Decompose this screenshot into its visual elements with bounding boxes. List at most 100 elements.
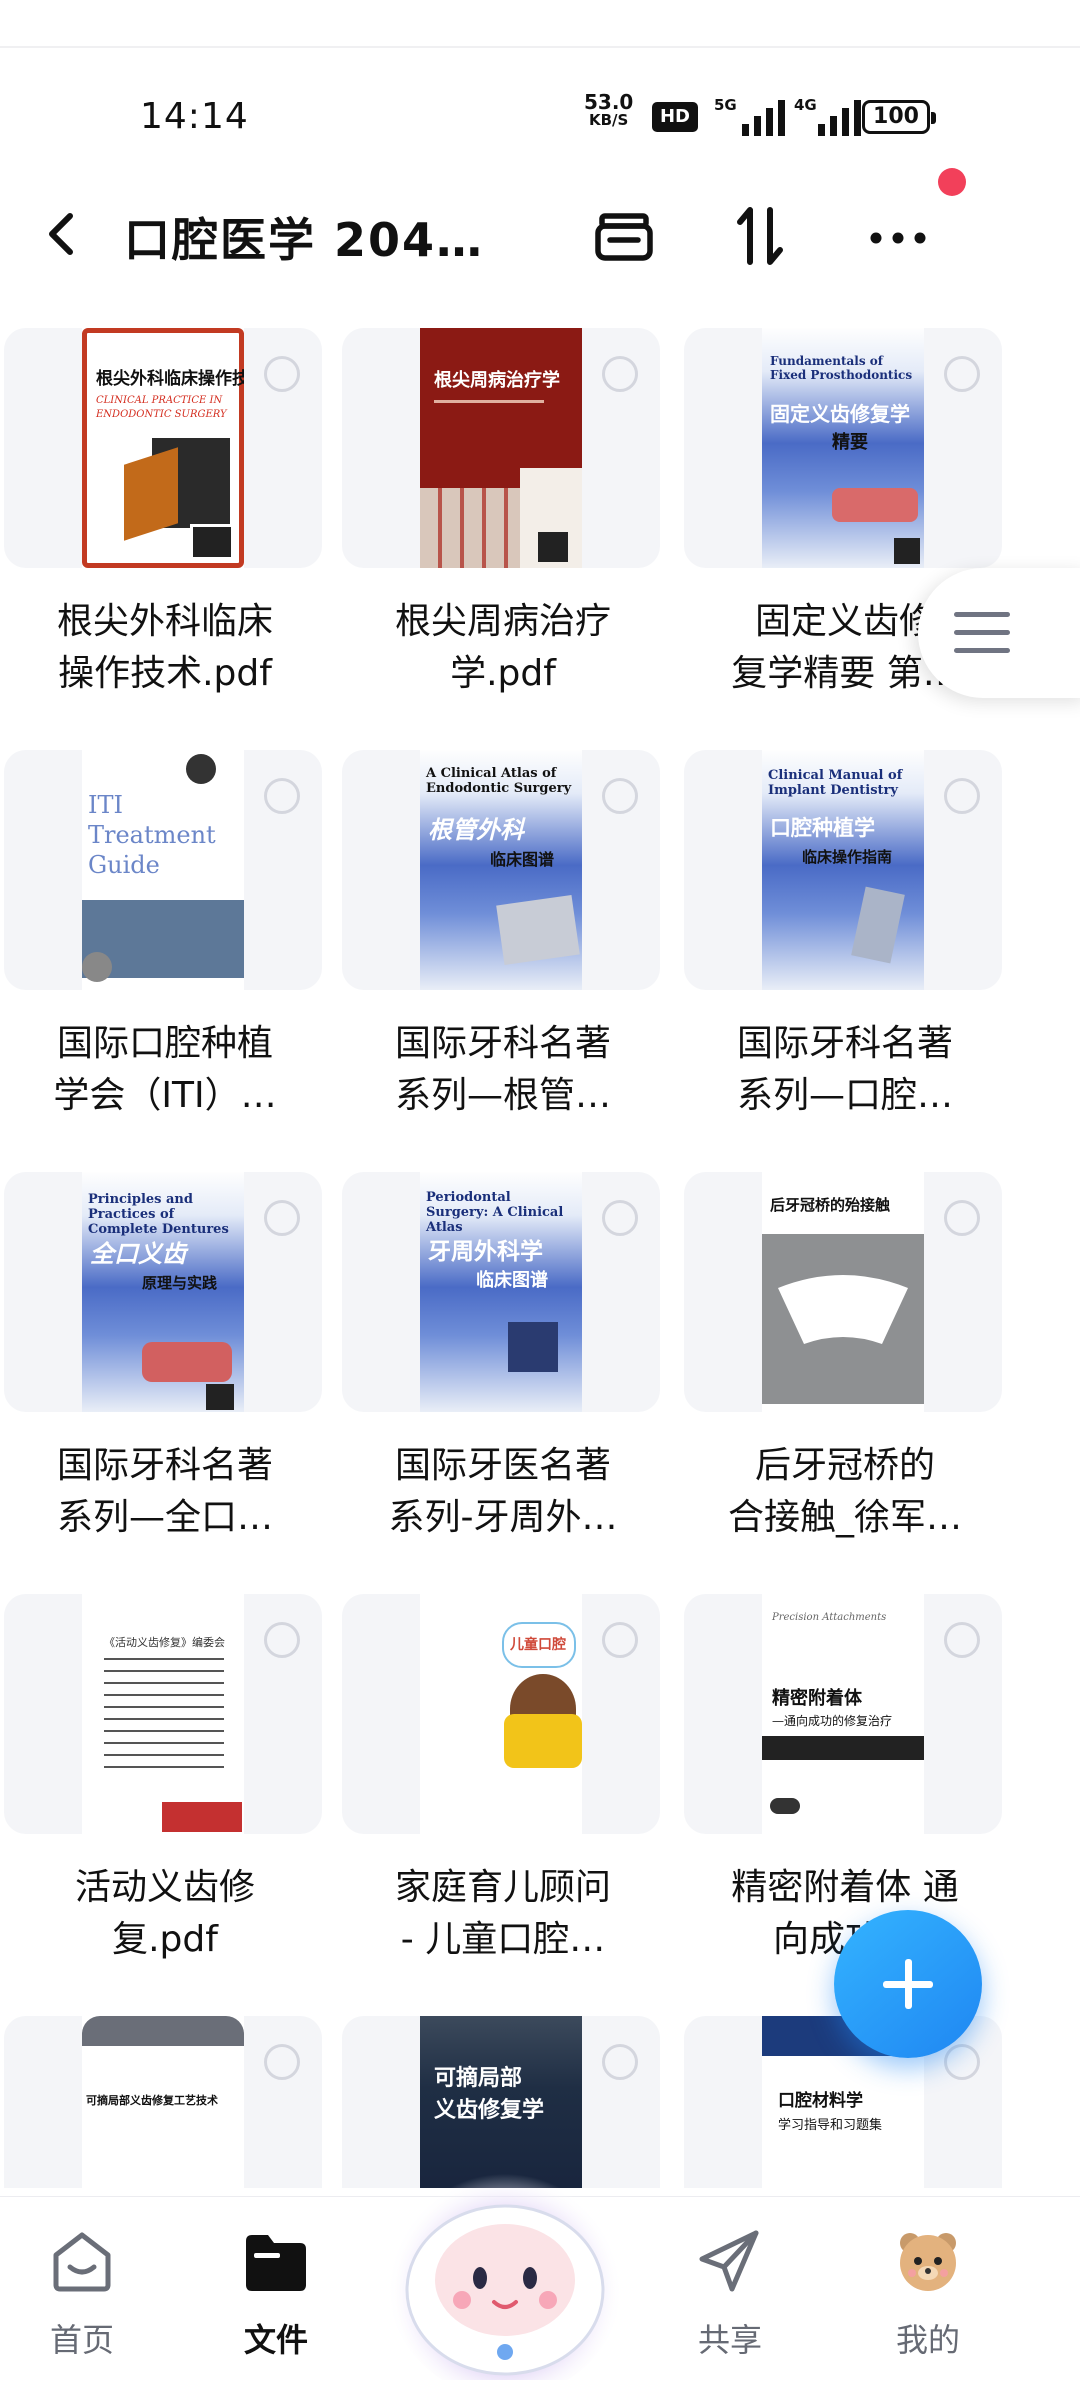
cover-title: 根尖周病治疗学: [434, 370, 560, 391]
file-name: 国际牙医名著 系列-牙周外…: [388, 1445, 618, 1538]
file-thumbnail: 口腔材料学 学习指导和习题集: [684, 2016, 1002, 2188]
file-name: 家庭育儿顾问 - 儿童口腔…: [394, 1867, 611, 1960]
cover-title: 口腔材料学: [778, 2091, 863, 2111]
battery-icon: 100: [862, 100, 936, 134]
file-item[interactable]: ITI Treatment Guide 国际口腔种植 学会（ITI）…: [0, 750, 330, 1160]
side-menu-handle[interactable]: [918, 568, 1080, 698]
file-item[interactable]: 根尖外科临床操作技术 CLINICAL PRACTICE IN ENDODONT…: [0, 328, 330, 738]
assistant-mascot-icon[interactable]: [380, 2130, 630, 2380]
cover-subtitle: Precision Attachments: [772, 1612, 887, 1623]
book-cover: Periodontal Surgery: A Clinical Atlas 牙周…: [420, 1172, 582, 1412]
cover-title: 根管外科: [428, 815, 524, 844]
select-radio[interactable]: [944, 1622, 980, 1658]
fan-graphic: [778, 1275, 908, 1344]
cover-title-2: 临床操作指南: [802, 848, 893, 866]
file-item[interactable]: 《活动义齿修复》编委会 活动义齿修 复.pdf: [0, 1594, 330, 2004]
file-item[interactable]: 儿童口腔 家庭育儿顾问 - 儿童口腔…: [338, 1594, 668, 2004]
nav-home-label: 首页: [49, 2321, 114, 2359]
file-item[interactable]: Periodontal Surgery: A Clinical Atlas 牙周…: [338, 1172, 668, 1582]
select-radio[interactable]: [944, 1200, 980, 1236]
nav-files[interactable]: 文件: [206, 2217, 346, 2367]
book-cover: 后牙冠桥的殆接触: [762, 1172, 924, 1412]
more-button[interactable]: [866, 204, 930, 268]
file-name: 活动义齿修 复.pdf: [74, 1867, 255, 1960]
book-cover: 可摘局部义齿修复工艺技术: [82, 2016, 244, 2188]
book-cover: A Clinical Atlas of Endodontic Surgery 根…: [420, 750, 582, 990]
select-radio[interactable]: [602, 1200, 638, 1236]
select-radio[interactable]: [602, 778, 638, 814]
cover-title-2: —通向成功的修复治疗: [772, 1714, 893, 1728]
handle-line: [954, 630, 1010, 635]
file-name: 国际牙科名著 系列—口腔…: [736, 1023, 953, 1116]
file-grid: 根尖外科临床操作技术 CLINICAL PRACTICE IN ENDODONT…: [0, 328, 1080, 2188]
signal-bar: [754, 116, 761, 136]
select-radio[interactable]: [944, 356, 980, 392]
nav-mine-label: 我的: [895, 2321, 960, 2359]
file-item[interactable]: 后牙冠桥的殆接触 后牙冠桥的 合接触_徐军…: [680, 1172, 1010, 1582]
select-radio[interactable]: [602, 1622, 638, 1658]
cover-title-2: 义齿修复学: [434, 2097, 545, 2123]
file-thumbnail: 根尖外科临床操作技术 CLINICAL PRACTICE IN ENDODONT…: [4, 328, 322, 568]
select-radio[interactable]: [602, 2044, 638, 2080]
book-cover: 根尖周病治疗学: [420, 328, 582, 568]
file-thumbnail: Fundamentals of Fixed Prosthodontics 固定义…: [684, 328, 1002, 568]
file-name: 根尖周病治疗 学.pdf: [394, 601, 611, 694]
status-bar: 14:14 53.0 KB/S HD 5G 4G 100: [0, 90, 1080, 150]
signal-bar: [742, 124, 749, 136]
sort-button[interactable]: [728, 204, 792, 268]
file-thumbnail: Precision Attachments 精密附着体 —通向成功的修复治疗: [684, 1594, 1002, 1834]
file-thumbnail: 《活动义齿修复》编委会: [4, 1594, 322, 1834]
folder-icon: [246, 2235, 306, 2291]
cover-title: 固定义齿修复学: [770, 402, 910, 426]
cover-title-2: 精要: [832, 432, 868, 453]
select-radio[interactable]: [264, 778, 300, 814]
hd-voice-icon: HD: [652, 102, 698, 132]
cover-title-2: 临床图谱: [476, 1270, 548, 1291]
file-name: 后牙冠桥的 合接触_徐军…: [727, 1445, 962, 1538]
file-item[interactable]: Principles and Practices of Complete Den…: [0, 1172, 330, 1582]
file-thumbnail: Clinical Manual of Implant Dentistry 口腔种…: [684, 750, 1002, 990]
home-icon: [53, 2232, 111, 2292]
more-horizontal-icon: [870, 232, 926, 244]
select-radio[interactable]: [264, 2044, 300, 2080]
cover-title: 后牙冠桥的殆接触: [770, 1196, 891, 1214]
nav-share[interactable]: 共享: [660, 2217, 800, 2367]
cover-title: 根尖外科临床操作技术: [96, 369, 244, 389]
file-thumbnail: ITI Treatment Guide: [4, 750, 322, 990]
cover-subtitle: A Clinical Atlas of Endodontic Surgery: [426, 766, 572, 796]
select-radio[interactable]: [944, 778, 980, 814]
file-thumbnail: 可摘局部义齿修复工艺技术: [4, 2016, 322, 2188]
back-button[interactable]: [34, 206, 90, 262]
cover-subtitle: Principles and Practices of Complete Den…: [88, 1192, 229, 1237]
file-name: 国际口腔种植 学会（ITI）…: [53, 1023, 277, 1116]
file-name: 国际牙科名著 系列—根管…: [394, 1023, 611, 1116]
file-item[interactable]: Clinical Manual of Implant Dentistry 口腔种…: [680, 750, 1010, 1160]
signal-bar: [830, 116, 837, 136]
signal-5g-icon: 5G: [712, 96, 792, 136]
cover-title: 可摘局部: [434, 2065, 523, 2091]
cover-title: 《活动义齿修复》编委会: [104, 1636, 225, 1649]
file-item[interactable]: A Clinical Atlas of Endodontic Surgery 根…: [338, 750, 668, 1160]
top-divider: [0, 0, 1080, 48]
handle-line: [954, 612, 1010, 617]
select-radio[interactable]: [944, 2044, 980, 2080]
nav-files-label: 文件: [243, 2321, 308, 2359]
chevron-left-icon: [49, 213, 73, 255]
file-item[interactable]: 可摘局部义齿修复工艺技术: [0, 2016, 330, 2188]
file-thumbnail: 儿童口腔: [342, 1594, 660, 1834]
cover-title-2: 学习指导和习题集: [778, 2118, 883, 2133]
cover-subtitle: Clinical Manual of Implant Dentistry: [768, 768, 903, 798]
add-button[interactable]: [834, 1910, 982, 2058]
file-item[interactable]: 口腔材料学 学习指导和习题集: [680, 2016, 1010, 2188]
nav-home[interactable]: 首页: [12, 2217, 152, 2367]
file-item[interactable]: 根尖周病治疗学 根尖周病治疗 学.pdf: [338, 328, 668, 738]
nav-mine[interactable]: 我的: [858, 2217, 998, 2367]
select-radio[interactable]: [602, 356, 638, 392]
file-thumbnail: Principles and Practices of Complete Den…: [4, 1172, 322, 1412]
archive-button[interactable]: [592, 204, 656, 268]
select-radio[interactable]: [264, 356, 300, 392]
select-radio[interactable]: [264, 1200, 300, 1236]
select-radio[interactable]: [264, 1622, 300, 1658]
cover-title: 可摘局部义齿修复工艺技术: [86, 2094, 218, 2107]
book-cover: 儿童口腔: [420, 1594, 582, 1834]
